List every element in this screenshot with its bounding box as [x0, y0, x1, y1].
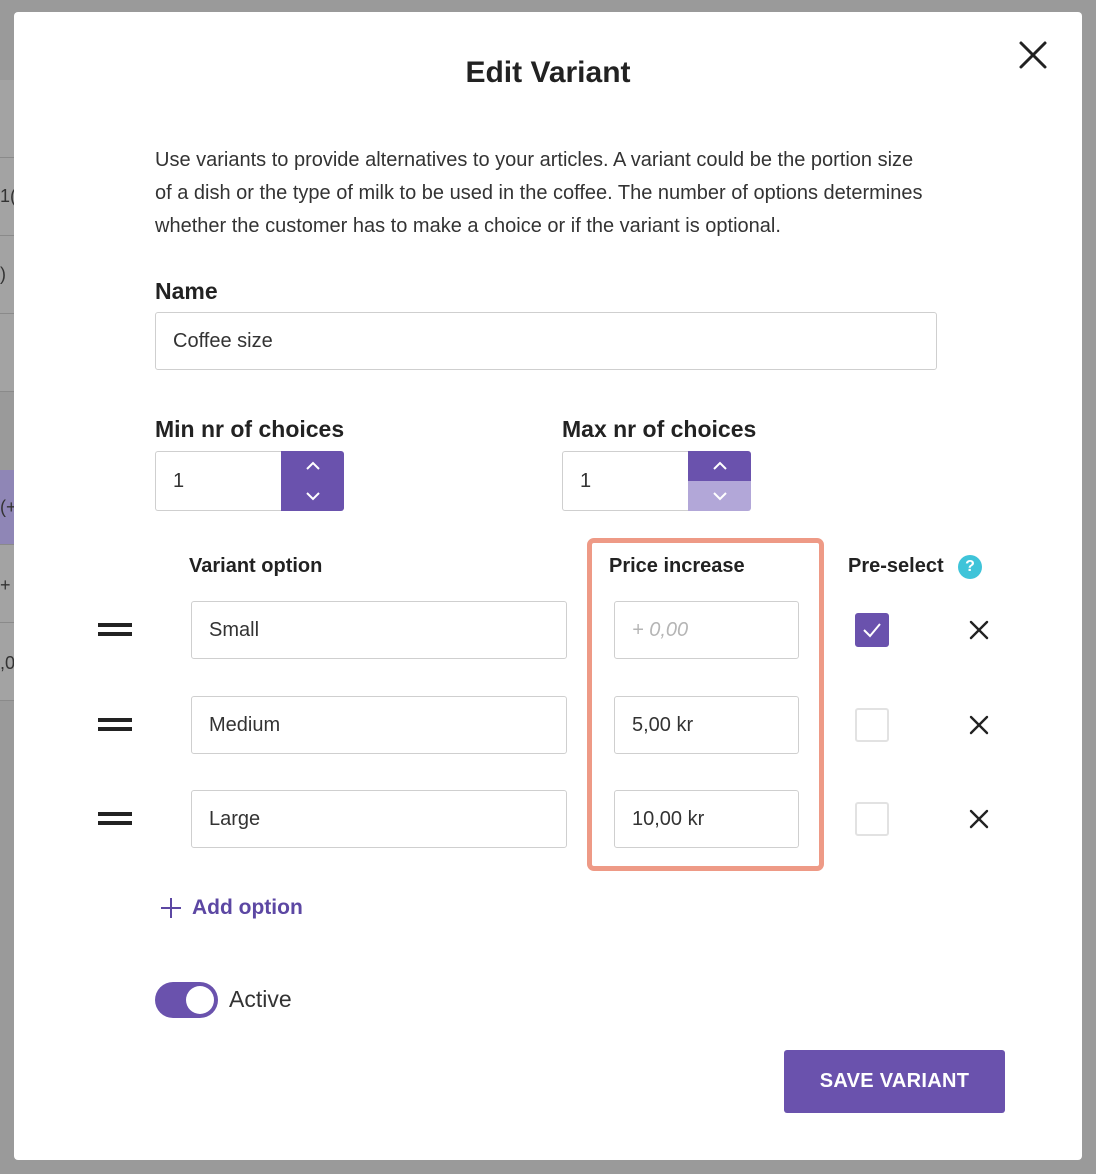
- price-increase-input[interactable]: [614, 696, 799, 754]
- pre-select-checkbox[interactable]: [855, 802, 889, 836]
- name-input[interactable]: [155, 312, 937, 370]
- close-icon: [969, 809, 989, 829]
- background-text-fragment: 1(: [0, 186, 14, 206]
- help-icon[interactable]: ?: [958, 555, 982, 579]
- plus-icon: [161, 898, 181, 918]
- background-text-fragment: +: [0, 575, 11, 595]
- chevron-down-icon: [712, 492, 727, 501]
- pre-select-checkbox[interactable]: [855, 708, 889, 742]
- remove-option-button[interactable]: [967, 713, 991, 737]
- max-choices-decrement-button[interactable]: [688, 481, 751, 511]
- price-increase-input[interactable]: [614, 601, 799, 659]
- remove-option-button[interactable]: [967, 618, 991, 642]
- active-toggle[interactable]: [155, 982, 218, 1018]
- chevron-down-icon: [305, 492, 320, 501]
- background-row: [0, 80, 14, 158]
- name-label: Name: [155, 278, 218, 304]
- pre-select-header: Pre-select: [848, 555, 944, 577]
- price-increase-input[interactable]: [614, 790, 799, 848]
- max-choices-label: Max nr of choices: [562, 416, 757, 442]
- drag-handle-icon[interactable]: [98, 812, 132, 826]
- close-button[interactable]: [1018, 40, 1048, 70]
- max-choices-input[interactable]: 1: [562, 451, 688, 511]
- background-row: [0, 314, 14, 392]
- save-variant-button[interactable]: SAVE VARIANT: [784, 1050, 1005, 1113]
- intro-text: Use variants to provide alternatives to …: [155, 149, 923, 237]
- min-choices-label: Min nr of choices: [155, 416, 345, 442]
- min-choices-increment-button[interactable]: [281, 451, 344, 481]
- drag-handle-icon[interactable]: [98, 623, 132, 637]
- variant-option-input[interactable]: [191, 696, 567, 754]
- dialog-title: Edit Variant: [465, 56, 631, 89]
- min-choices-input[interactable]: 1: [155, 451, 281, 511]
- close-icon: [1019, 41, 1047, 69]
- edit-variant-dialog: Edit Variant Use variants to provide alt…: [14, 12, 1082, 1160]
- chevron-up-icon: [712, 461, 727, 470]
- add-option-label: Add option: [192, 896, 303, 919]
- max-choices-increment-button[interactable]: [688, 451, 751, 481]
- toggle-knob: [186, 986, 214, 1014]
- drag-handle-icon[interactable]: [98, 718, 132, 732]
- variant-option-input[interactable]: [191, 790, 567, 848]
- checkmark-icon: [863, 623, 881, 638]
- add-option-button[interactable]: Add option: [160, 896, 303, 920]
- min-choices-stepper: 1: [155, 451, 344, 511]
- close-icon: [969, 620, 989, 640]
- max-choices-stepper: 1: [562, 451, 751, 511]
- remove-option-button[interactable]: [967, 807, 991, 831]
- pre-select-checkbox[interactable]: [855, 613, 889, 647]
- background-text-fragment: ): [0, 264, 6, 284]
- background-text-fragment: (+: [0, 497, 14, 517]
- variant-option-header: Variant option: [189, 555, 323, 577]
- variant-option-input[interactable]: [191, 601, 567, 659]
- min-choices-decrement-button[interactable]: [281, 481, 344, 511]
- chevron-up-icon: [305, 461, 320, 470]
- background-text-fragment: ,0: [0, 653, 14, 673]
- close-icon: [969, 715, 989, 735]
- active-toggle-label: Active: [229, 986, 292, 1012]
